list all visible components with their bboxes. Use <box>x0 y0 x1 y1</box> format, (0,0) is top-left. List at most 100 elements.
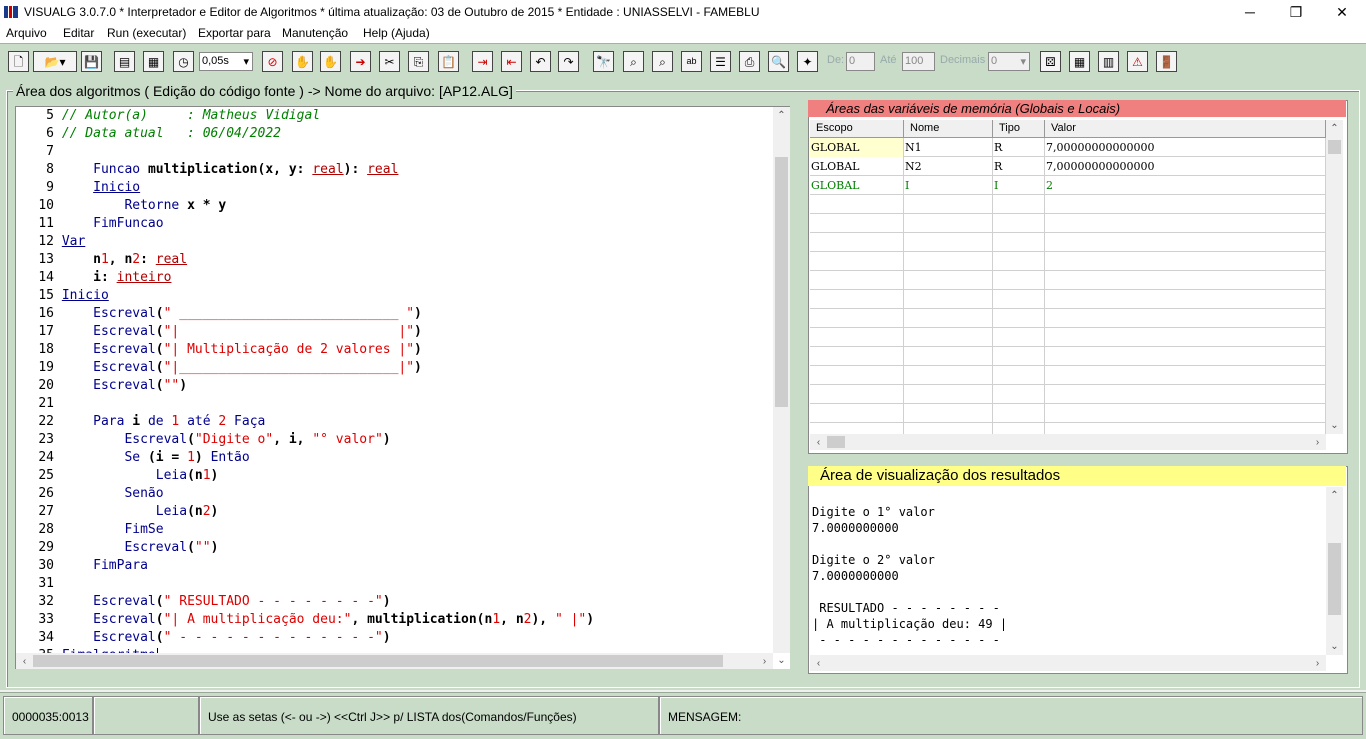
unindent-button[interactable]: ⇤ <box>501 51 522 72</box>
editor-vscroll-thumb[interactable] <box>775 157 788 407</box>
variable-row[interactable]: GLOBAL I I 2 <box>810 176 1326 195</box>
menu-manutencao[interactable]: Manutenção <box>282 26 348 40</box>
code-line[interactable]: 6 // Data atual : 06/04/2022 <box>16 125 281 143</box>
scroll-up-icon[interactable]: ⌃ <box>773 107 790 124</box>
code-line[interactable]: 20 Escreval("") <box>16 377 187 395</box>
code-line[interactable]: 31 <box>16 575 62 593</box>
scroll-up-icon[interactable]: ⌃ <box>1326 487 1343 504</box>
breakpoint-button[interactable]: ✋ <box>292 51 313 72</box>
paste-button[interactable]: 📋 <box>438 51 459 72</box>
spell-button[interactable]: ab <box>681 51 702 72</box>
code-line[interactable]: 16 Escreval(" __________________________… <box>16 305 422 323</box>
exit-button[interactable]: 🚪 <box>1156 51 1177 72</box>
code-line[interactable]: 7 <box>16 143 62 161</box>
find-button[interactable]: 🔭 <box>593 51 614 72</box>
code-line[interactable]: 21 <box>16 395 62 413</box>
scroll-right-icon[interactable]: › <box>756 653 773 669</box>
de-input[interactable]: 0 <box>846 52 875 71</box>
random-button[interactable]: ⚄ <box>1040 51 1061 72</box>
code-line[interactable]: 28 FimSe <box>16 521 163 539</box>
code-line[interactable]: 33 Escreval("| A multiplicação deu:", mu… <box>16 611 594 629</box>
redo-button[interactable]: ↷ <box>558 51 579 72</box>
menu-run[interactable]: Run (executar) <box>107 26 186 40</box>
undo-button[interactable]: ↶ <box>530 51 551 72</box>
code-line[interactable]: 22 Para i de 1 até 2 Faça <box>16 413 265 431</box>
col-escopo[interactable]: Escopo <box>810 120 904 138</box>
variable-row[interactable] <box>810 195 1326 214</box>
scroll-down-icon[interactable]: ⌄ <box>773 652 790 669</box>
code-line[interactable]: 17 Escreval("| |") <box>16 323 422 341</box>
vars-hscrollbar[interactable]: ‹ › <box>810 434 1326 450</box>
output-hscrollbar[interactable]: ‹ › <box>810 655 1326 671</box>
code-line[interactable]: 5 // Autor(a) : Matheus Vidigal <box>16 107 320 125</box>
code-line[interactable]: 9 Inicio <box>16 179 140 197</box>
ate-input[interactable]: 100 <box>902 52 935 71</box>
new-file-button[interactable]: 🗋 <box>8 51 29 72</box>
menu-editar[interactable]: Editar <box>63 26 94 40</box>
variable-row[interactable] <box>810 214 1326 233</box>
code-line[interactable]: 10 Retorne x * y <box>16 197 226 215</box>
code-line[interactable]: 14 i: inteiro <box>16 269 171 287</box>
scroll-down-icon[interactable]: ⌄ <box>1326 638 1343 655</box>
menu-exportar[interactable]: Exportar para <box>198 26 271 40</box>
stop-button[interactable]: ⊘ <box>262 51 283 72</box>
goto-button[interactable]: ➔ <box>350 51 371 72</box>
scroll-left-icon[interactable]: ‹ <box>810 434 827 451</box>
scroll-up-icon[interactable]: ⌃ <box>1326 120 1343 137</box>
variable-row[interactable] <box>810 233 1326 252</box>
col-tipo[interactable]: Tipo <box>993 120 1045 138</box>
scroll-right-icon[interactable]: › <box>1309 655 1326 672</box>
code-line[interactable]: 24 Se (i = 1) Então <box>16 449 249 467</box>
variable-row[interactable]: GLOBAL N1 R 7,00000000000000 <box>810 138 1326 157</box>
menu-help[interactable]: Help (Ajuda) <box>363 26 430 40</box>
find-next-button[interactable]: ⌕ <box>652 51 673 72</box>
variable-row[interactable] <box>810 309 1326 328</box>
decimais-select[interactable]: 0 ▾ <box>988 52 1030 71</box>
editor-hscrollbar[interactable]: ‹ › <box>16 653 773 669</box>
open-file-button[interactable]: 📂▾ <box>33 51 77 72</box>
variable-row[interactable] <box>810 328 1326 347</box>
variables-grid[interactable]: Escopo Nome Tipo Valor GLOBAL N1 R 7,000000… <box>810 120 1326 434</box>
vars-vscroll-thumb[interactable] <box>1328 140 1341 154</box>
code-line[interactable]: 26 Senão <box>16 485 163 503</box>
code-line[interactable]: 23 Escreval("Digite o", i, "° valor") <box>16 431 390 449</box>
minimize-button[interactable]: ─ <box>1227 0 1273 24</box>
code-editor[interactable]: 5 // Autor(a) : Matheus Vidigal 6 // Data… <box>15 106 790 669</box>
cut-button[interactable]: ✂ <box>379 51 400 72</box>
close-button[interactable]: ✕ <box>1319 0 1365 24</box>
scroll-left-icon[interactable]: ‹ <box>810 655 827 672</box>
code-line[interactable]: 12 Var <box>16 233 85 251</box>
output-vscroll-thumb[interactable] <box>1328 543 1341 615</box>
variable-row[interactable] <box>810 366 1326 385</box>
print-button[interactable]: ⎙ <box>739 51 760 72</box>
preview-button[interactable]: 🔍 <box>768 51 789 72</box>
code-line[interactable]: 18 Escreval("| Multiplicação de 2 valore… <box>16 341 422 359</box>
editor-hscroll-thumb[interactable] <box>33 655 723 667</box>
code-line[interactable]: 32 Escreval(" RESULTADO - - - - - - - -"… <box>16 593 390 611</box>
code-line[interactable]: 34 Escreval(" - - - - - - - - - - - - -"… <box>16 629 390 647</box>
speed-select[interactable]: 0,05s ▾ <box>199 52 253 71</box>
code-line[interactable]: 19 Escreval("|__________________________… <box>16 359 422 377</box>
timer-button[interactable]: ◷ <box>173 51 194 72</box>
variable-row[interactable] <box>810 404 1326 423</box>
maximize-button[interactable]: ❐ <box>1273 0 1319 24</box>
code-line[interactable]: 27 Leia(n2) <box>16 503 218 521</box>
code-line[interactable]: 30 FimPara <box>16 557 148 575</box>
code-line[interactable]: 29 Escreval("") <box>16 539 218 557</box>
variable-row[interactable] <box>810 347 1326 366</box>
help-wizard-button[interactable]: ⚠ <box>1127 51 1148 72</box>
wizard-button[interactable]: ✦ <box>797 51 818 72</box>
output-vscrollbar[interactable]: ⌃ ⌄ <box>1326 487 1343 655</box>
code-line[interactable]: 11 FimFuncao <box>16 215 163 233</box>
col-nome[interactable]: Nome <box>904 120 993 138</box>
scroll-right-icon[interactable]: › <box>1309 434 1326 451</box>
variable-row[interactable] <box>810 423 1326 434</box>
copy-button[interactable]: ⎘ <box>408 51 429 72</box>
save-button[interactable]: 💾 <box>81 51 102 72</box>
code-line[interactable]: 13 n1, n2: real <box>16 251 187 269</box>
variable-row[interactable] <box>810 252 1326 271</box>
editor-vscrollbar[interactable]: ⌃ ⌄ <box>773 107 790 666</box>
clear-breakpoints-button[interactable]: ✋ <box>320 51 341 72</box>
replace-button[interactable]: ⌕ <box>623 51 644 72</box>
scroll-down-icon[interactable]: ⌄ <box>1326 417 1343 434</box>
